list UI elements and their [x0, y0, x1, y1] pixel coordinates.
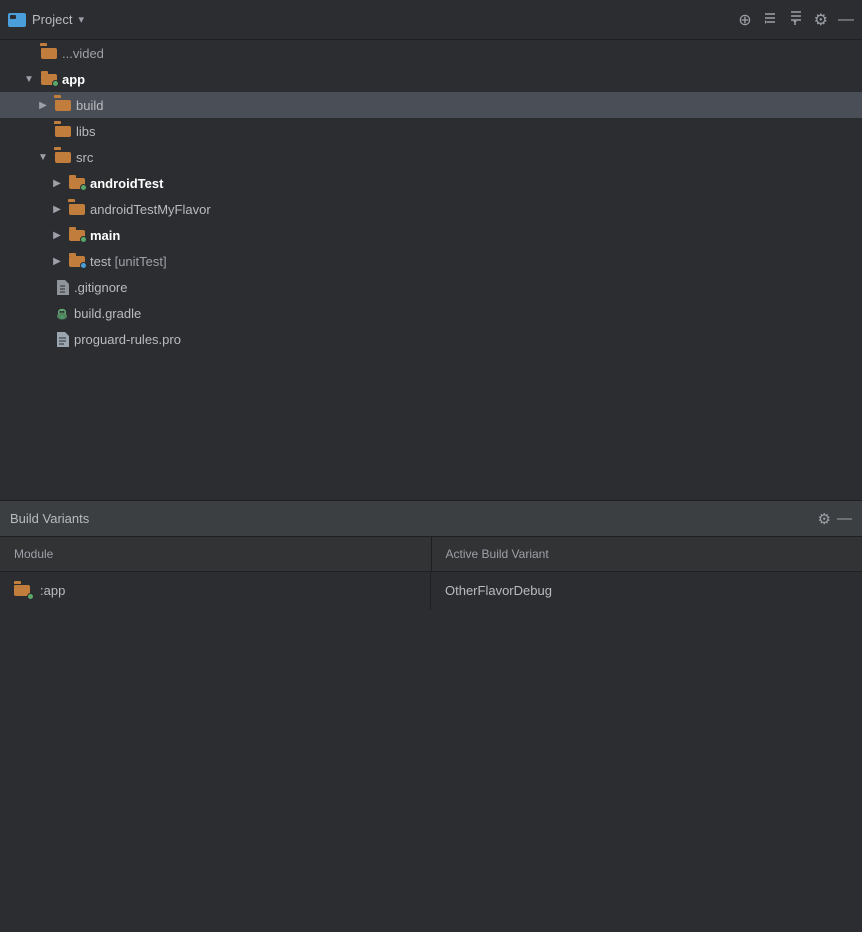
- folder-icon-src: [54, 150, 72, 164]
- minimize-icon[interactable]: —: [838, 11, 854, 29]
- toolbar-title-group: Project ▾: [32, 12, 732, 27]
- toolbar-icons: ⊕ ⚙ —: [738, 9, 854, 30]
- project-panel: ...vided app build libs src: [0, 40, 862, 500]
- item-label-src: src: [76, 150, 93, 165]
- item-label-proguard: proguard-rules.pro: [74, 332, 181, 347]
- col-module: Module: [0, 537, 431, 571]
- folder-icon-main: [68, 228, 86, 242]
- project-dropdown-icon[interactable]: ▾: [78, 13, 84, 26]
- build-variants-table: Module Active Build Variant :app OtherFl…: [0, 537, 862, 610]
- folder-icon-vided: [40, 46, 58, 60]
- folder-icon-build: [54, 98, 72, 112]
- item-label-vided: ...vided: [62, 46, 104, 61]
- item-label-buildgradle: build.gradle: [74, 306, 141, 321]
- item-label-androidtest: androidTest: [90, 176, 163, 191]
- add-icon[interactable]: ⊕: [738, 10, 751, 30]
- toolbar: Project ▾ ⊕ ⚙ —: [0, 0, 862, 40]
- tree-item-src[interactable]: src: [0, 144, 862, 170]
- tree-item-androidtest[interactable]: androidTest: [0, 170, 862, 196]
- item-label-gitignore: .gitignore: [74, 280, 127, 295]
- item-label-app: app: [62, 72, 85, 87]
- tree-item-gitignore[interactable]: .gitignore: [0, 274, 862, 300]
- folder-icon-test: [68, 254, 86, 268]
- tree-item-main[interactable]: main: [0, 222, 862, 248]
- proguard-icon: [54, 332, 70, 346]
- build-variants-minimize-icon[interactable]: —: [837, 510, 852, 527]
- item-label-test: test [unitTest]: [90, 254, 167, 269]
- toolbar-title-label: Project: [32, 12, 72, 27]
- col-variant: Active Build Variant: [431, 537, 862, 571]
- module-label: :app: [40, 583, 65, 598]
- chevron-src: [36, 152, 50, 163]
- settings-icon[interactable]: ⚙: [814, 10, 828, 30]
- chevron-app: [22, 74, 36, 85]
- collapse-all-icon[interactable]: [762, 10, 778, 29]
- gradle-icon: [54, 306, 70, 320]
- folder-icon-libs: [54, 124, 72, 138]
- item-label-build: build: [76, 98, 103, 113]
- item-label-androidtestmyflavor: androidTestMyFlavor: [90, 202, 211, 217]
- folder-icon-app: [40, 72, 58, 86]
- module-folder-icon: [14, 584, 32, 598]
- gitignore-icon: [54, 280, 70, 294]
- tree-item-build[interactable]: build: [0, 92, 862, 118]
- collapse-some-icon[interactable]: [788, 9, 804, 30]
- item-label-main: main: [90, 228, 120, 243]
- build-variants-settings-icon[interactable]: ⚙: [818, 510, 831, 528]
- tree-item-proguard[interactable]: proguard-rules.pro: [0, 326, 862, 352]
- chevron-build: [36, 100, 50, 111]
- tree-item-vided[interactable]: ...vided: [0, 40, 862, 66]
- folder-icon-androidtest: [68, 176, 86, 190]
- chevron-androidtest: [50, 178, 64, 189]
- item-label-libs: libs: [76, 124, 96, 139]
- folder-icon-androidtestmyflavor: [68, 202, 86, 216]
- chevron-test: [50, 256, 64, 267]
- chevron-main: [50, 230, 64, 241]
- build-variants-panel: Build Variants ⚙ — Module Active Build V…: [0, 500, 862, 610]
- panel-header: Build Variants ⚙ —: [0, 501, 862, 537]
- build-variants-title: Build Variants: [10, 511, 812, 526]
- table-header-row: Module Active Build Variant: [0, 537, 862, 571]
- tree-item-buildgradle[interactable]: build.gradle: [0, 300, 862, 326]
- variant-cell[interactable]: OtherFlavorDebug: [431, 571, 862, 610]
- tree-item-test[interactable]: test [unitTest]: [0, 248, 862, 274]
- module-cell: :app: [0, 572, 431, 610]
- tree-item-androidtestmyflavor[interactable]: androidTestMyFlavor: [0, 196, 862, 222]
- window-icon: [8, 13, 26, 27]
- chevron-androidtestmyflavor: [50, 204, 64, 215]
- tree-item-app[interactable]: app: [0, 66, 862, 92]
- table-row[interactable]: :app OtherFlavorDebug: [0, 571, 862, 610]
- tree-item-libs[interactable]: libs: [0, 118, 862, 144]
